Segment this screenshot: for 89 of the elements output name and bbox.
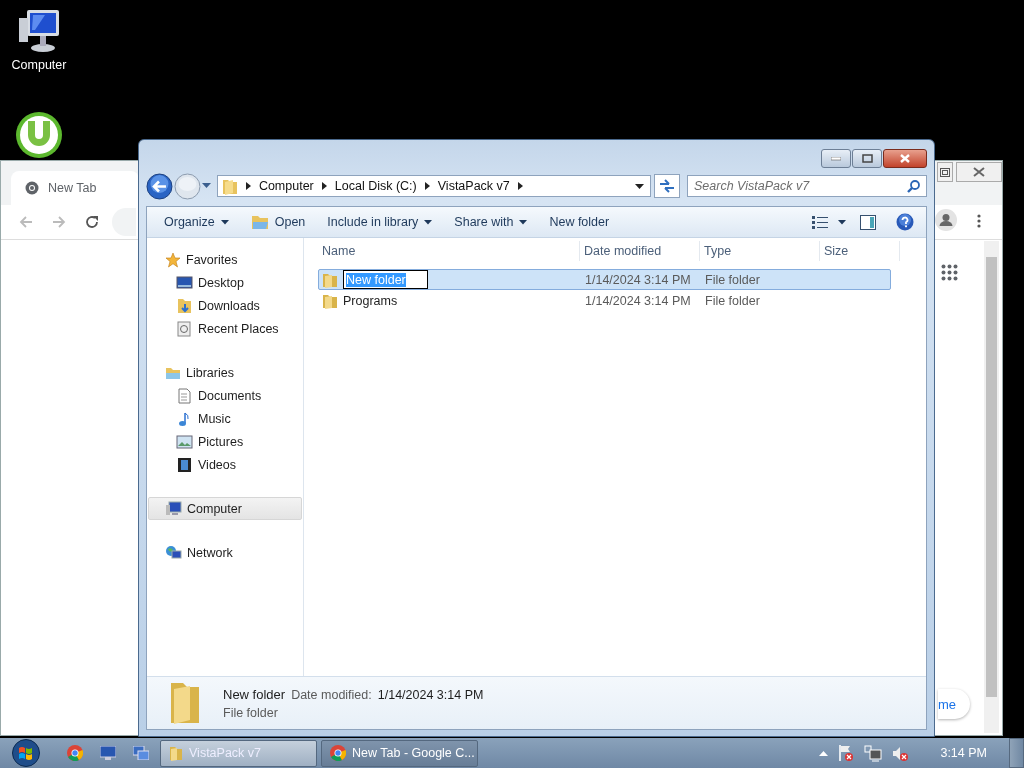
nav-item[interactable]: Documents bbox=[148, 384, 302, 407]
close-button[interactable] bbox=[883, 149, 927, 168]
caret-icon bbox=[424, 219, 433, 225]
apps-grid-icon[interactable] bbox=[941, 264, 958, 281]
globe-icon bbox=[165, 544, 182, 561]
chevron-icon[interactable] bbox=[517, 182, 523, 190]
restore-button[interactable] bbox=[937, 162, 953, 182]
nav-item[interactable]: Computer bbox=[148, 497, 302, 520]
toolbar-button[interactable]: Organize bbox=[156, 209, 237, 235]
app-icon[interactable] bbox=[15, 111, 63, 159]
caret-icon bbox=[519, 219, 528, 225]
flag-icon[interactable] bbox=[838, 744, 855, 762]
windows-icon[interactable] bbox=[133, 746, 149, 760]
breadcrumb-item[interactable]: Local Disk (C:) bbox=[334, 179, 417, 193]
nav-item[interactable]: Videos bbox=[148, 453, 302, 476]
caret-icon bbox=[220, 219, 229, 225]
browser-icon bbox=[330, 745, 346, 761]
folder-icon bbox=[250, 214, 269, 230]
breadcrumb-item[interactable]: Computer bbox=[258, 179, 314, 193]
tray-arrow-icon[interactable] bbox=[819, 750, 829, 756]
column-header[interactable]: Date modified bbox=[580, 240, 700, 261]
file-row[interactable]: New folder 1/14/2024 3:14 PM File folder bbox=[318, 269, 891, 290]
page-icon bbox=[176, 320, 193, 337]
computer-icon bbox=[165, 500, 182, 517]
toolbar-button[interactable]: Open bbox=[242, 209, 314, 235]
document-icon bbox=[176, 387, 193, 404]
dropdown-arrow-icon[interactable] bbox=[635, 183, 645, 189]
film-icon bbox=[176, 456, 193, 473]
refresh-button[interactable] bbox=[654, 174, 680, 198]
nav-item[interactable]: Recent Places bbox=[148, 317, 302, 340]
close-icon bbox=[899, 154, 911, 163]
chevron-icon[interactable] bbox=[321, 182, 327, 190]
menu-icon[interactable] bbox=[977, 214, 981, 228]
customize-button[interactable]: me bbox=[938, 689, 971, 719]
monitor-icon bbox=[176, 274, 193, 291]
details-name: New folder bbox=[223, 686, 286, 702]
refresh-icon bbox=[659, 179, 676, 193]
chevron-icon[interactable] bbox=[424, 182, 430, 190]
download-icon bbox=[176, 297, 193, 314]
chevron-icon[interactable] bbox=[245, 182, 251, 190]
search-field[interactable]: Search VistaPack v7 bbox=[687, 175, 927, 197]
address-bar[interactable]: Computer Local Disk (C:) VistaPack v7 bbox=[216, 175, 652, 197]
nav-item[interactable]: Favorites bbox=[148, 248, 302, 271]
folder-icon bbox=[169, 745, 183, 761]
nav-item[interactable]: Network bbox=[148, 541, 302, 564]
toolbar-button[interactable]: New folder bbox=[541, 209, 618, 235]
taskbar-button[interactable]: New Tab - Google C... bbox=[321, 739, 478, 767]
image-icon bbox=[176, 433, 193, 450]
start-button[interactable] bbox=[10, 739, 42, 767]
preview-pane-icon[interactable] bbox=[860, 214, 876, 230]
restore-icon bbox=[940, 167, 950, 177]
maximize-icon bbox=[861, 154, 873, 163]
toolbar-button[interactable]: Include in library bbox=[319, 209, 441, 235]
close-button[interactable] bbox=[956, 162, 1002, 182]
close-icon bbox=[973, 167, 985, 177]
column-header[interactable]: Name bbox=[318, 240, 580, 261]
breadcrumb-item[interactable]: VistaPack v7 bbox=[437, 179, 510, 193]
reload-icon[interactable] bbox=[84, 214, 100, 230]
nav-item[interactable]: Downloads bbox=[148, 294, 302, 317]
profile-icon[interactable] bbox=[935, 209, 957, 231]
details-date: 1/14/2024 3:14 PM bbox=[377, 687, 484, 702]
file-row[interactable]: Programs 1/14/2024 3:14 PM File folder bbox=[318, 290, 891, 311]
browser-icon[interactable] bbox=[67, 745, 83, 761]
network-icon[interactable] bbox=[864, 744, 883, 762]
nav-item[interactable]: Music bbox=[148, 407, 302, 430]
details-label: Date modified: bbox=[291, 687, 372, 702]
search-icon bbox=[907, 180, 920, 193]
back-button[interactable] bbox=[146, 172, 173, 200]
browser-tab[interactable]: New Tab bbox=[11, 171, 139, 205]
nav-item[interactable]: Desktop bbox=[148, 271, 302, 294]
column-header[interactable]: Size bbox=[820, 240, 900, 261]
maximize-button[interactable] bbox=[852, 149, 882, 168]
scrollbar[interactable] bbox=[984, 241, 999, 733]
column-header[interactable]: Type bbox=[700, 240, 820, 261]
toolbar-button[interactable]: Share with bbox=[446, 209, 536, 235]
desktop-icon-label[interactable]: Computer bbox=[11, 58, 67, 72]
star-icon bbox=[165, 251, 181, 268]
view-icon[interactable] bbox=[812, 215, 828, 229]
folder-icon bbox=[322, 271, 338, 288]
details-type: File folder bbox=[223, 705, 279, 720]
help-icon[interactable] bbox=[896, 213, 914, 231]
browser-icon bbox=[25, 181, 39, 195]
desktop-icon[interactable] bbox=[100, 746, 116, 760]
minimize-button[interactable] bbox=[821, 149, 851, 168]
folder-icon bbox=[221, 177, 238, 195]
caret-icon[interactable] bbox=[838, 219, 846, 225]
folder-icon bbox=[322, 292, 338, 309]
nav-item[interactable]: Libraries bbox=[148, 361, 302, 384]
nav-item[interactable]: Pictures bbox=[148, 430, 302, 453]
